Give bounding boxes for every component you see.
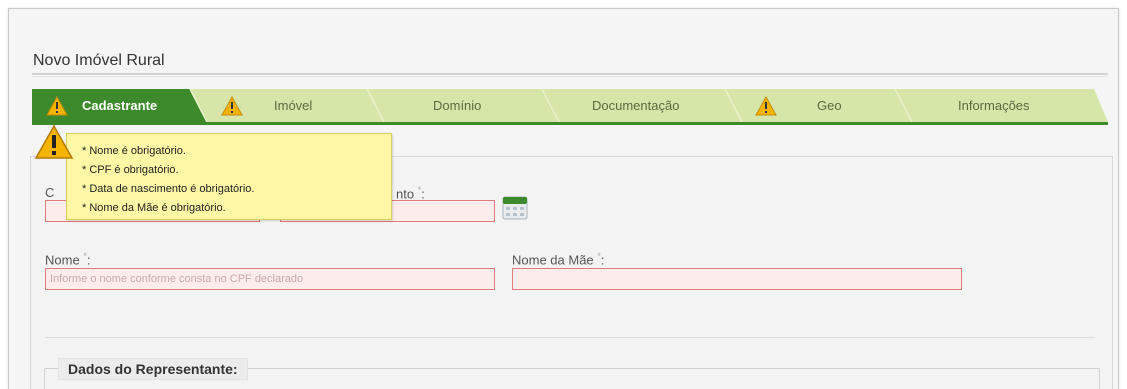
warning-icon — [221, 95, 243, 115]
birthdate-label-partial: nto *: — [396, 185, 425, 202]
tab-cadastrante[interactable]: Cadastrante — [46, 89, 196, 122]
warning-icon — [34, 124, 74, 159]
form-divider — [45, 337, 1095, 338]
tab-label: Cadastrante — [82, 98, 158, 113]
tab-label: Geo — [817, 98, 842, 113]
representative-legend: Dados do Representante: — [58, 358, 248, 380]
calendar-icon[interactable] — [502, 195, 528, 221]
tab-documentacao[interactable]: Documentação — [592, 89, 712, 122]
mother-name-label: Nome da Mãe *: — [512, 251, 605, 268]
validation-message: * Nome é obrigatório. — [82, 145, 186, 157]
wizard-underline — [32, 122, 1108, 125]
validation-message: * Nome da Mãe é obrigatório. — [82, 202, 226, 214]
mother-name-input[interactable] — [512, 268, 962, 290]
tab-geo[interactable]: Geo — [755, 89, 865, 122]
tab-label: Informações — [958, 98, 1030, 113]
title-divider — [32, 73, 1108, 77]
validation-message: * CPF é obrigatório. — [82, 164, 179, 176]
cpf-label-partial: C — [45, 185, 55, 200]
tab-imovel[interactable]: Imóvel — [221, 89, 361, 122]
tab-dominio[interactable]: Domínio — [433, 89, 533, 122]
tab-label: Domínio — [433, 98, 482, 113]
wizard-steps: Cadastrante Imóvel Domínio Documentação … — [32, 89, 1108, 122]
tab-label: Imóvel — [274, 98, 313, 113]
validation-message: * Data de nascimento é obrigatório. — [82, 183, 255, 195]
page-title: Novo Imóvel Rural — [33, 52, 165, 69]
name-input[interactable] — [45, 268, 495, 290]
name-label: Nome *: — [45, 251, 91, 268]
tab-label: Documentação — [592, 98, 680, 113]
warning-icon — [755, 95, 777, 115]
warning-icon — [46, 95, 68, 115]
tab-informacoes[interactable]: Informações — [958, 89, 1078, 122]
validation-messages: * Nome é obrigatório. * CPF é obrigatóri… — [82, 142, 254, 218]
